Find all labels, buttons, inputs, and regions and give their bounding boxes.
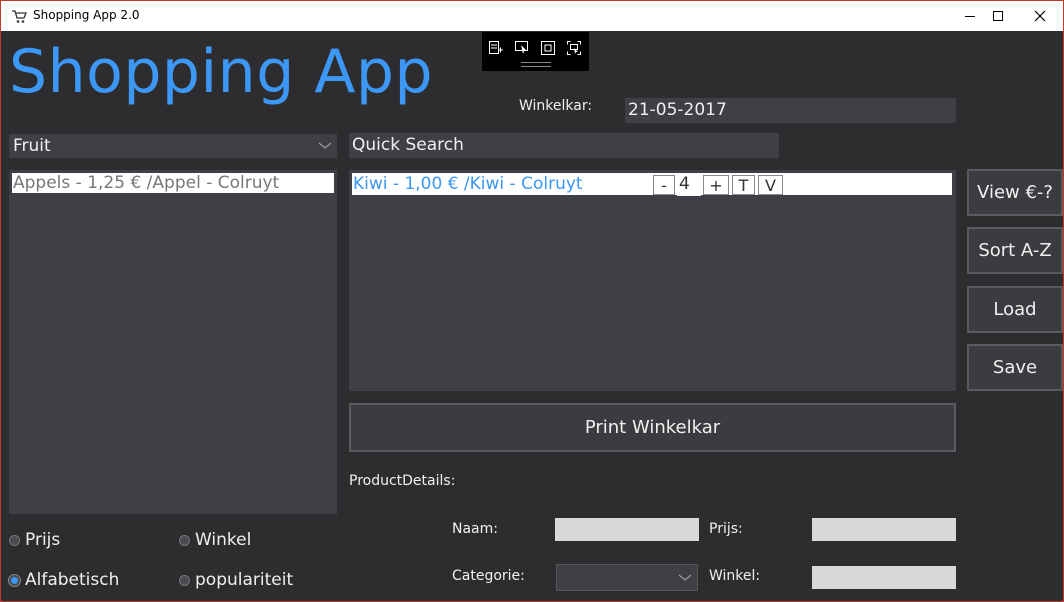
display-layout-icon[interactable] [540,40,556,56]
category-selected: Fruit [13,136,51,156]
radio-label: populariteit [195,570,294,590]
category-detail-combobox[interactable] [556,564,698,591]
cart-date-field[interactable]: 21-05-2017 [625,98,956,123]
cart-item-label[interactable]: Kiwi - 1,00 € /Kiwi - Colruyt [352,173,650,195]
view-button[interactable]: View €-? [967,169,1063,216]
category-combobox[interactable]: Fruit [9,134,337,158]
title-bar: Shopping App 2.0 [1,1,1063,31]
cart-list[interactable]: Kiwi - 1,00 € /Kiwi - Colruyt - 4 + T V [349,170,956,391]
cart-label: Winkelkar: [519,98,593,114]
window-title: Shopping App 2.0 [33,8,140,22]
v-button[interactable]: V [758,175,783,195]
close-icon [1034,7,1046,26]
quick-search-input[interactable]: Quick Search [349,133,779,158]
product-details-heading: ProductDetails: [349,473,456,489]
radio-indicator [179,534,190,546]
debug-toolbar [482,32,589,71]
chevron-down-icon [317,136,333,161]
app-heading: Shopping App [9,37,434,107]
price-field[interactable] [812,518,956,541]
decrease-button[interactable]: - [653,175,675,195]
shopping-cart-icon [11,9,27,23]
maximize-button[interactable] [975,1,1021,31]
toolbar-grip[interactable] [521,62,551,67]
name-field[interactable] [555,518,699,541]
track-focus-icon[interactable] [566,40,582,56]
close-button[interactable] [1017,1,1063,31]
radio-indicator [179,574,190,586]
sort-button[interactable]: Sort A-Z [967,227,1063,274]
radio-indicator [9,574,20,586]
cart-item-row: Kiwi - 1,00 € /Kiwi - Colruyt - 4 + T V [352,173,952,196]
radio-label: Winkel [195,530,252,550]
store-field[interactable] [812,566,956,589]
list-item[interactable]: Appels - 1,25 € /Appel - Colruyt [12,173,334,193]
maximize-icon [992,7,1004,26]
load-button[interactable]: Load [967,286,1063,333]
category-label: Categorie: [452,568,525,584]
select-element-icon[interactable] [514,40,530,56]
product-list[interactable]: Appels - 1,25 € /Appel - Colruyt [9,170,337,514]
chevron-down-icon [677,569,693,589]
radio-label: Alfabetisch [25,570,120,590]
app-window: Shopping App 2.0 Shopping App Winkelkar:… [0,0,1064,602]
print-cart-button[interactable]: Print Winkelkar [349,403,956,452]
radio-label: Prijs [25,530,61,550]
t-button[interactable]: T [732,175,755,195]
live-tree-icon[interactable] [488,40,504,56]
increase-button[interactable]: + [703,175,729,195]
sort-winkel-radio[interactable]: Winkel [179,530,251,550]
sort-populariteit-radio[interactable]: populariteit [179,570,293,590]
price-label: Prijs: [709,521,743,537]
radio-indicator [9,534,20,546]
name-label: Naam: [452,521,498,537]
sort-prijs-radio[interactable]: Prijs [9,530,60,550]
sort-alfabetisch-radio[interactable]: Alfabetisch [9,570,119,590]
save-button[interactable]: Save [967,344,1063,391]
store-label: Winkel: [709,568,761,584]
quantity-field[interactable]: 4 [677,173,701,196]
